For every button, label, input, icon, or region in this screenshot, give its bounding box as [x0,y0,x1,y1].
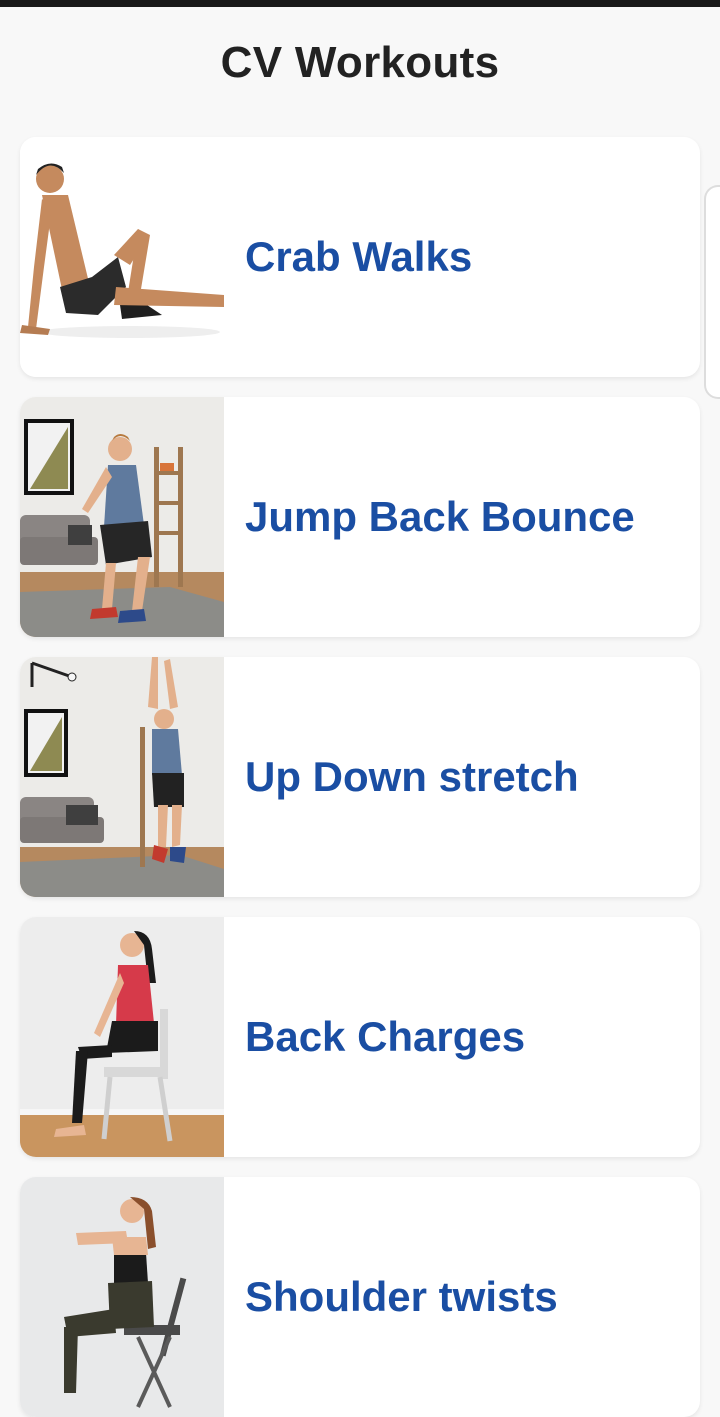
status-bar [0,0,720,7]
workout-card-crab-walks[interactable]: Crab Walks [20,137,700,377]
workout-image [20,917,224,1157]
workout-image [20,397,224,637]
side-drawer-handle[interactable] [704,185,720,399]
workout-image [20,657,224,897]
workout-card-jump-back-bounce[interactable]: Jump Back Bounce [20,397,700,637]
workout-title: Back Charges [245,1013,526,1060]
workout-image [20,137,224,377]
workout-title: Jump Back Bounce [245,493,635,540]
workout-title: Shoulder twists [245,1273,558,1320]
workout-title: Crab Walks [245,233,473,280]
workout-card-back-charges[interactable]: Back Charges [20,917,700,1157]
workout-image [20,1177,224,1417]
workout-title: Up Down stretch [245,753,579,800]
page-title: CV Workouts [220,38,500,87]
workout-card-shoulder-twists[interactable]: Shoulder twists [20,1177,700,1417]
workout-card-up-down-stretch[interactable]: Up Down stretch [20,657,700,897]
